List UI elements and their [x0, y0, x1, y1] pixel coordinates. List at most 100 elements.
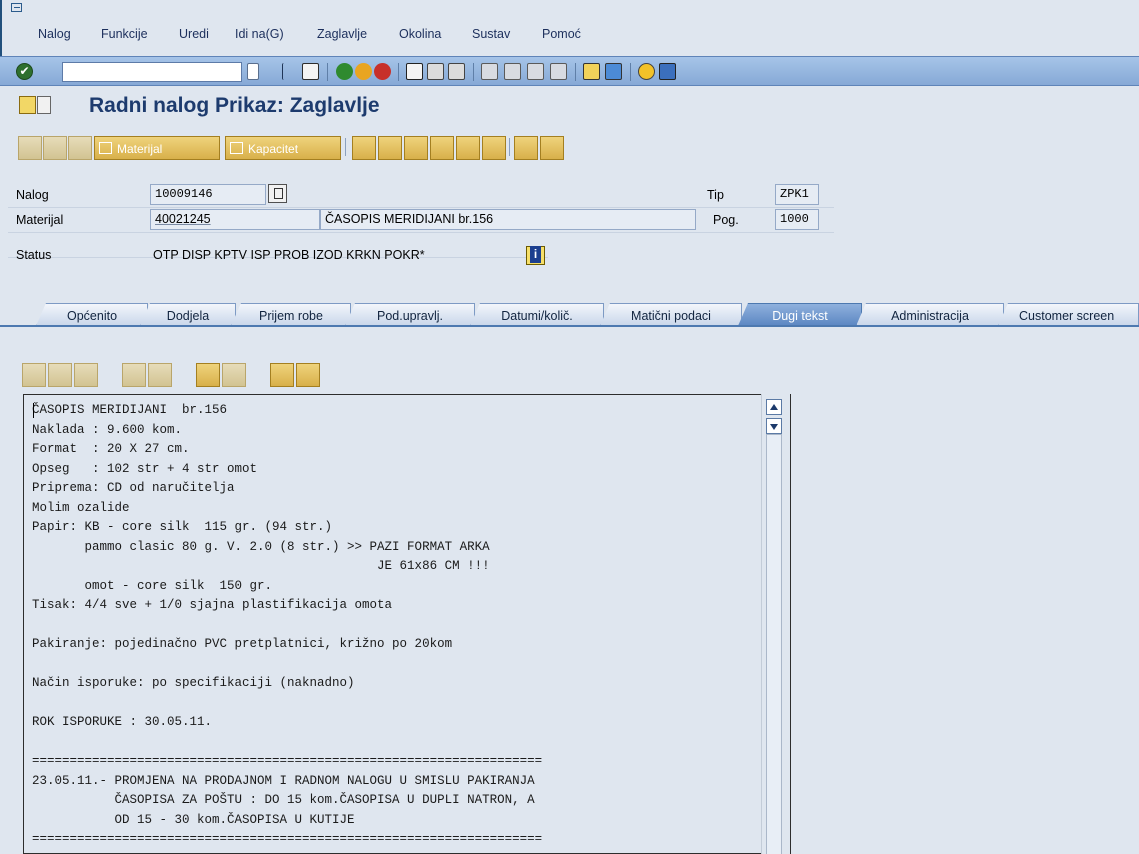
components-icon[interactable] — [43, 136, 67, 160]
application-toolbar: Materijal Kapacitet — [0, 128, 1139, 170]
scroll-up-button[interactable] — [766, 399, 782, 415]
editor-toolbar — [22, 363, 342, 389]
tab-pod-upravlj[interactable]: Pod.upravlj. — [345, 303, 475, 326]
command-history-icon[interactable] — [247, 63, 259, 80]
paste-icon[interactable] — [74, 363, 98, 387]
toolbar-separator — [398, 63, 399, 81]
toolbar-separator — [575, 63, 576, 81]
find-icon[interactable] — [427, 63, 444, 80]
menu-toggle-icon[interactable] — [11, 3, 22, 12]
scroll-down-button[interactable] — [766, 418, 782, 434]
material-label: Materijal — [16, 213, 64, 227]
tab-dodjela[interactable]: Dodjela — [140, 303, 236, 326]
enter-icon[interactable]: ✔ — [16, 63, 33, 80]
plant-field[interactable]: 1000 — [775, 209, 819, 230]
status-label: Status — [16, 248, 52, 262]
tab-maticni-podaci[interactable]: Matični podaci — [600, 303, 742, 326]
tab-prijem-robe[interactable]: Prijem robe — [231, 303, 351, 326]
command-field[interactable] — [62, 62, 242, 82]
material-description-field: ČASOPIS MERIDIJANI br.156 — [320, 209, 696, 230]
shortcut-icon[interactable] — [605, 63, 622, 80]
order-label: Nalog — [16, 188, 49, 202]
document-copy-icon[interactable] — [456, 136, 480, 160]
toolbar-separator — [345, 138, 346, 156]
material-button[interactable]: Materijal — [94, 136, 220, 160]
row-divider — [8, 207, 834, 208]
table-grid-icon[interactable] — [514, 136, 538, 160]
capacity-button-label: Kapacitet — [248, 142, 299, 156]
material-button-label: Materijal — [117, 142, 163, 156]
import-icon[interactable] — [270, 363, 294, 387]
tab-opcenito[interactable]: Općenito — [36, 303, 148, 326]
tab-dugi-tekst[interactable]: Dugi tekst — [738, 303, 862, 326]
help-icon[interactable] — [638, 63, 655, 80]
long-text-content[interactable]: ČASOPIS MERIDIJANI br.156 Naklada : 9.60… — [32, 401, 542, 850]
display-change-icon[interactable] — [19, 96, 36, 114]
cancel-icon[interactable] — [374, 63, 391, 80]
next-page-icon[interactable] — [527, 63, 544, 80]
save-icon[interactable] — [302, 63, 319, 80]
menu-zaglavlje[interactable]: Zaglavlje — [317, 27, 367, 41]
toolbar-separator — [473, 63, 474, 81]
menu-idi-na[interactable]: Idi na(G) — [235, 27, 284, 41]
row-divider — [8, 232, 834, 233]
tab-customer-screen[interactable]: Customer screen — [998, 303, 1139, 326]
order-header: Nalog 10009146 Tip ZPK1 Materijal 400212… — [0, 184, 1139, 274]
plant-label: Pog. — [713, 213, 739, 227]
capacity-button[interactable]: Kapacitet — [225, 136, 341, 160]
copy-icon[interactable] — [48, 363, 72, 387]
tree-structure-icon[interactable] — [540, 136, 564, 160]
toolbar-separator — [630, 63, 631, 81]
layout-menu-icon[interactable] — [659, 63, 676, 80]
back-icon[interactable] — [336, 63, 353, 80]
capacity-icon — [230, 142, 243, 154]
long-text-editor[interactable]: ČASOPIS MERIDIJANI br.156 Naklada : 9.60… — [23, 394, 791, 854]
overview-icon[interactable] — [68, 136, 92, 160]
list-detail-icon[interactable] — [482, 136, 506, 160]
type-label: Tip — [707, 188, 724, 202]
cut-icon[interactable] — [22, 363, 46, 387]
previous-page-icon[interactable] — [504, 63, 521, 80]
toolbar-separator — [327, 63, 328, 81]
menu-uredi[interactable]: Uredi — [179, 27, 209, 41]
tab-datumi-kolic[interactable]: Datumi/količ. — [470, 303, 604, 326]
operations-icon[interactable] — [18, 136, 42, 160]
menu-okolina[interactable]: Okolina — [399, 27, 441, 41]
order-type-field[interactable]: ZPK1 — [775, 184, 819, 205]
find-next-icon[interactable] — [222, 363, 246, 387]
menu-bar: Nalog Funkcije Uredi Idi na(G) Zaglavlje… — [0, 0, 1139, 56]
first-page-icon[interactable] — [481, 63, 498, 80]
menu-funkcije[interactable]: Funkcije — [101, 27, 148, 41]
tab-administracija[interactable]: Administracija — [856, 303, 1004, 326]
title-bar: Radni nalog Prikaz: Zaglavlje — [0, 86, 1139, 128]
print-icon[interactable] — [406, 63, 423, 80]
new-session-icon[interactable] — [583, 63, 600, 80]
long-text-panel: ČASOPIS MERIDIJANI br.156 Naklada : 9.60… — [0, 327, 1139, 854]
network-icon[interactable] — [430, 136, 454, 160]
status-info-icon[interactable] — [526, 246, 545, 265]
material-number-field[interactable]: 40021245 — [150, 209, 320, 230]
standard-toolbar: ✔ — [0, 56, 1139, 86]
material-icon — [99, 142, 112, 154]
find-icon[interactable] — [196, 363, 220, 387]
print-order-icon[interactable] — [378, 136, 402, 160]
sequence-icon[interactable] — [404, 136, 428, 160]
order-document-icon[interactable] — [268, 184, 287, 203]
menu-nalog[interactable]: Nalog — [38, 27, 71, 41]
tab-strip: Općenito Dodjela Prijem robe Pod.upravlj… — [0, 300, 1139, 326]
menu-sustav[interactable]: Sustav — [472, 27, 510, 41]
menu-pomoc[interactable]: Pomoć — [542, 27, 581, 41]
last-page-icon[interactable] — [550, 63, 567, 80]
status-value: OTP DISP KPTV ISP PROB IZOD KRKN POKR* — [153, 248, 425, 262]
document-icon[interactable] — [37, 96, 51, 114]
hierarchy-icon[interactable] — [352, 136, 376, 160]
redo-icon[interactable] — [148, 363, 172, 387]
back-triangle-icon[interactable] — [282, 63, 292, 80]
scroll-track[interactable] — [766, 434, 782, 854]
editor-vertical-scrollbar[interactable] — [761, 394, 791, 854]
exit-icon[interactable] — [355, 63, 372, 80]
undo-icon[interactable] — [122, 363, 146, 387]
order-number-field[interactable]: 10009146 — [150, 184, 266, 205]
export-icon[interactable] — [296, 363, 320, 387]
find-next-icon[interactable] — [448, 63, 465, 80]
